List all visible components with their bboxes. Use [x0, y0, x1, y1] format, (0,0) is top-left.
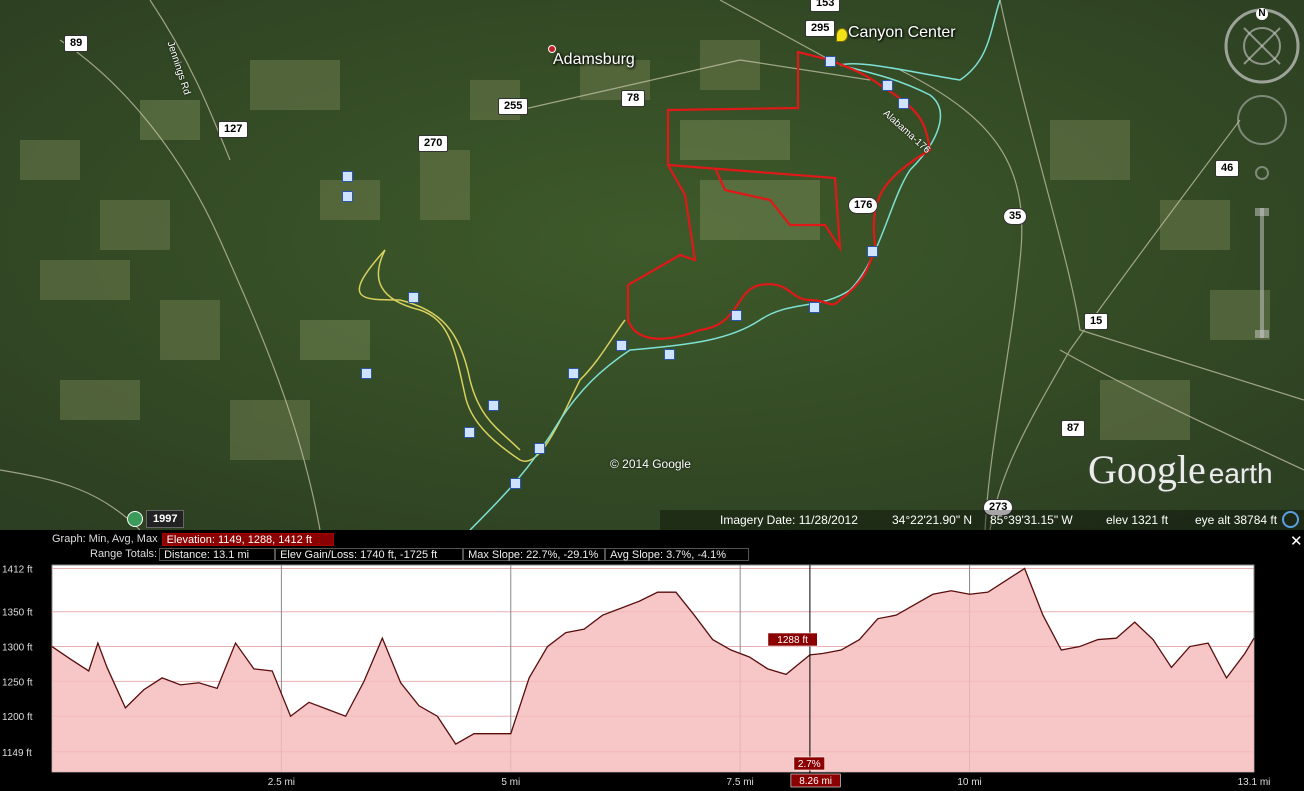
y-tick-label: 1300 ft [2, 643, 33, 654]
avg-slope-stat[interactable]: Avg Slope: 3.7%, -4.1% [605, 547, 750, 561]
range-label: Range Totals: [90, 548, 158, 560]
x-tick-label: 2.5 mi [268, 777, 295, 788]
place-marker[interactable] [342, 191, 353, 202]
pushpin-icon[interactable] [836, 28, 848, 42]
y-tick-label: 1149 ft [2, 748, 32, 759]
place-adamsburg[interactable]: Adamsburg [553, 51, 635, 69]
streaming-icon [1282, 511, 1299, 528]
x-tick-label: 13.1 mi [1238, 777, 1271, 788]
y-tick-label: 1412 ft [2, 564, 33, 575]
x-tick-label: 5 mi [501, 777, 520, 788]
route-shield-35[interactable]: 35 [1003, 208, 1028, 225]
imagery-year: 1997 [146, 510, 185, 528]
cursor-slope-label: 2.7% [798, 759, 821, 770]
status-bar: Imagery Date: 11/28/2012 34°22'21.90" N … [660, 510, 1304, 530]
map-view[interactable]: Adamsburg Canyon Center 89 127 270 255 7… [0, 0, 1304, 530]
place-marker[interactable] [616, 340, 627, 351]
distance-stat[interactable]: Distance: 13.1 mi [159, 547, 276, 561]
max-slope-stat[interactable]: Max Slope: 22.7%, -29.1% [463, 547, 606, 561]
y-tick-label: 1350 ft [2, 608, 33, 619]
y-tick-label: 1250 ft [2, 677, 33, 688]
route-shield-255[interactable]: 255 [498, 98, 529, 115]
place-marker[interactable] [408, 292, 419, 303]
place-marker[interactable] [488, 400, 499, 411]
gain-loss-stat[interactable]: Elev Gain/Loss: 1740 ft, -1725 ft [275, 547, 464, 561]
place-marker[interactable] [534, 443, 545, 454]
place-marker[interactable] [825, 56, 836, 67]
graph-stats-row: Graph: Min, Avg, Max Elevation: 1149, 12… [52, 532, 334, 546]
google-earth-logo: Google earth [1088, 446, 1273, 493]
y-tick-label: 1200 ft [2, 712, 33, 723]
place-marker[interactable] [809, 302, 820, 313]
move-joystick[interactable] [1237, 95, 1287, 145]
copyright-text: © 2014 Google [610, 457, 691, 471]
route-shield-176[interactable]: 176 [848, 197, 879, 214]
north-indicator[interactable]: N [1256, 8, 1268, 20]
place-marker[interactable] [510, 478, 521, 489]
place-marker[interactable] [664, 349, 675, 360]
range-totals-row: Range Totals: Distance: 13.1 mi Elev Gai… [90, 547, 750, 561]
place-marker[interactable] [568, 368, 579, 379]
eye-altitude: eye alt 38784 ft [1195, 513, 1278, 527]
route-shield-153[interactable]: 153 [810, 0, 841, 12]
clock-icon[interactable] [127, 511, 143, 527]
place-marker[interactable] [867, 246, 878, 257]
place-marker[interactable] [464, 427, 475, 438]
cursor-distance-label: 8.26 mi [799, 776, 832, 787]
place-canyon-center[interactable]: Canyon Center [848, 24, 956, 42]
graph-label: Graph: Min, Avg, Max [52, 533, 158, 545]
place-marker[interactable] [361, 368, 372, 379]
route-shield-78[interactable]: 78 [621, 90, 646, 107]
latitude: 34°22'21.90" N [892, 513, 973, 527]
route-shield-89[interactable]: 89 [64, 35, 89, 52]
cursor-elevation-label: 1288 ft [777, 635, 808, 646]
place-marker[interactable] [882, 80, 893, 91]
longitude: 85°39'31.15" W [990, 513, 1073, 527]
zoom-out-button[interactable] [1255, 330, 1269, 338]
logo-sub: earth [1208, 458, 1273, 489]
logo-main: Google [1088, 447, 1206, 492]
place-marker[interactable] [898, 98, 909, 109]
route-shield-295[interactable]: 295 [805, 20, 836, 37]
elevation-chart[interactable]: 1412 ft 1350 ft 1300 ft 1250 ft 1200 ft 1149 … [0, 560, 1304, 791]
close-button[interactable]: ✕ [1290, 532, 1303, 550]
route-shield-15[interactable]: 15 [1084, 313, 1109, 330]
elevation-stat[interactable]: Elevation: 1149, 1288, 1412 ft [161, 532, 334, 546]
imagery-date: Imagery Date: 11/28/2012 [720, 513, 858, 527]
zoom-in-button[interactable] [1255, 208, 1269, 216]
route-shield-270[interactable]: 270 [418, 135, 449, 152]
x-tick-label: 10 mi [957, 777, 981, 788]
elevation-readout: elev 1321 ft [1106, 513, 1169, 527]
town-dot-icon [548, 45, 556, 53]
x-tick-label: 7.5 mi [727, 777, 754, 788]
route-shield-87[interactable]: 87 [1061, 420, 1086, 437]
place-marker[interactable] [731, 310, 742, 321]
route-shield-127[interactable]: 127 [218, 121, 249, 138]
street-view-icon[interactable] [1255, 166, 1269, 180]
place-marker[interactable] [342, 171, 353, 182]
historical-imagery[interactable]: 1997 [127, 510, 185, 528]
navigation-controls[interactable]: N [1222, 8, 1302, 348]
